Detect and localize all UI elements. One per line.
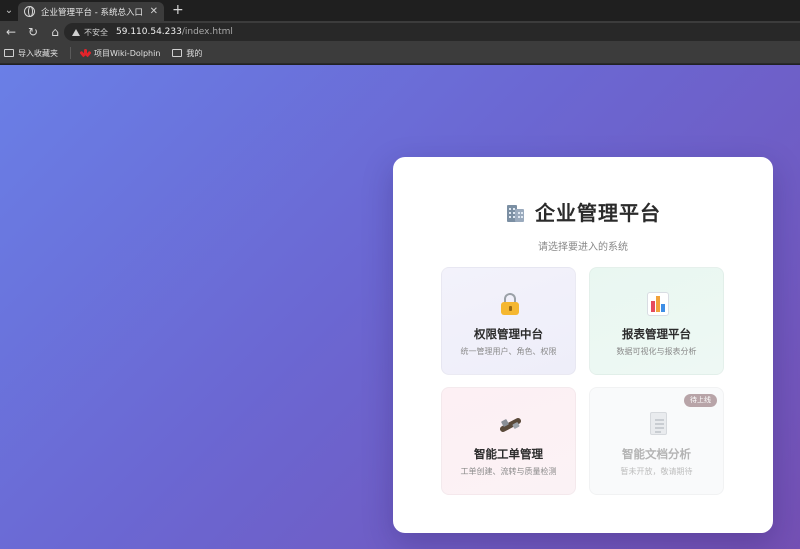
browser-toolbar: ← ↻ ⌂ 不安全 59.110.54.233/index.html: [0, 21, 800, 43]
reload-icon[interactable]: ↻: [22, 21, 44, 43]
url-host: 59.110.54.233: [116, 27, 182, 37]
browser-tab-active[interactable]: 企业管理平台 - 系统总入口 ✕: [18, 2, 164, 21]
document-icon: [646, 412, 670, 436]
portal-panel: 企业管理平台 请选择要进入的系统 权限管理中台 统一管理用户、角色、权限 报表管…: [393, 157, 773, 533]
insecure-label[interactable]: 不安全: [84, 27, 108, 38]
card-permission-management[interactable]: 权限管理中台 统一管理用户、角色、权限: [441, 267, 576, 375]
page-background: 企业管理平台 请选择要进入的系统 权限管理中台 统一管理用户、角色、权限 报表管…: [0, 65, 800, 549]
new-tab-button[interactable]: +: [172, 1, 184, 19]
bookmark-wiki-dolphin[interactable]: 项目Wiki-Dolphin: [79, 48, 161, 59]
card-document-analysis: 待上线 智能文档分析 暂未开放，敬请期待: [589, 387, 724, 495]
card-title: 智能工单管理: [474, 447, 543, 461]
bookmark-label: 项目Wiki-Dolphin: [94, 48, 161, 58]
bookmark-divider: [70, 47, 71, 59]
folder-icon: [172, 49, 183, 57]
card-report-management[interactable]: 报表管理平台 数据可视化与报表分析: [589, 267, 724, 375]
card-description: 暂未开放，敬请期待: [620, 467, 693, 476]
globe-icon: [24, 6, 35, 17]
building-icon: [505, 202, 525, 222]
card-description: 统一管理用户、角色、权限: [460, 347, 557, 356]
bar-chart-icon: [646, 292, 670, 316]
lock-icon: [498, 292, 522, 316]
card-title: 智能文档分析: [622, 447, 691, 461]
folder-icon: [4, 49, 14, 57]
page-subtitle: 请选择要进入的系统: [538, 242, 628, 253]
page-title: 企业管理平台: [535, 201, 661, 225]
tab-strip: ⌄ 企业管理平台 - 系统总入口 ✕ +: [0, 0, 800, 21]
title-row: 企业管理平台: [505, 197, 661, 226]
bookmark-label: 我的: [186, 48, 203, 58]
huawei-icon: [79, 48, 92, 58]
panel-header: 企业管理平台 请选择要进入的系统: [393, 197, 773, 253]
tools-icon: [498, 412, 523, 436]
bookmark-mine[interactable]: 我的: [172, 48, 202, 59]
bookmark-import-favorites[interactable]: 导入收藏夹: [4, 48, 58, 59]
card-description: 工单创建、流转与质量检测: [460, 467, 557, 476]
card-description: 数据可视化与报表分析: [616, 347, 697, 356]
tab-title: 企业管理平台 - 系统总入口: [41, 7, 143, 18]
home-icon[interactable]: ⌂: [44, 21, 66, 43]
card-title: 权限管理中台: [474, 327, 543, 341]
coming-soon-badge: 待上线: [684, 394, 717, 407]
url-path: /index.html: [181, 27, 233, 37]
close-tab-icon[interactable]: ✕: [150, 6, 158, 17]
card-ticket-management[interactable]: 智能工单管理 工单创建、流转与质量检测: [441, 387, 576, 495]
tab-search-chevron-icon[interactable]: ⌄: [0, 0, 18, 21]
back-arrow-icon[interactable]: ←: [0, 21, 22, 43]
card-title: 报表管理平台: [622, 327, 691, 341]
bookmarks-bar: 导入收藏夹 项目Wiki-Dolphin 我的: [0, 43, 800, 64]
address-bar[interactable]: 不安全 59.110.54.233/index.html: [64, 23, 800, 41]
warning-triangle-icon[interactable]: [72, 28, 80, 36]
bookmark-label: 导入收藏夹: [18, 48, 58, 58]
